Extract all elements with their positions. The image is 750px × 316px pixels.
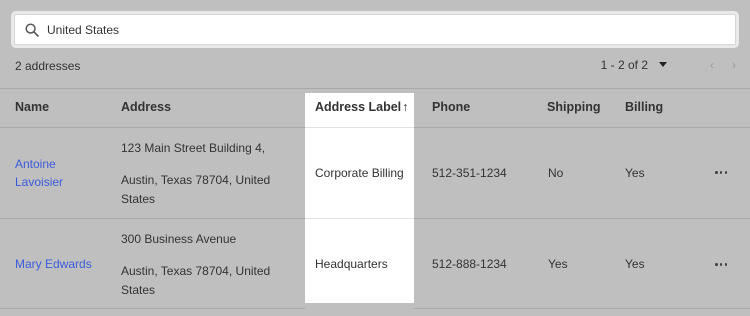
column-header-address-label[interactable]: Address Label↑ [315,100,408,114]
pagination: 1 - 2 of 2 ‹ › [601,58,736,72]
address-line: States [121,283,156,297]
row-divider [0,127,305,128]
address-label: Corporate Billing [315,166,404,180]
next-page-button[interactable]: › [732,58,736,72]
contact-name-line: Antoine [15,157,56,171]
billing-value: Yes [625,257,645,271]
page-range: 1 - 2 of 2 [600,58,648,72]
billing-value: Yes [625,166,645,180]
header-divider [0,88,750,89]
column-header-address[interactable]: Address [121,100,171,114]
prev-page-button[interactable]: ‹ [710,58,714,72]
result-count: 2 addresses [15,59,81,73]
search-value: United States [47,22,120,37]
more-actions-icon[interactable] [715,171,727,174]
row-divider [414,127,750,128]
row-divider [414,218,750,219]
row-divider [414,308,750,309]
address-line: Austin, Texas 78704, United [121,264,271,278]
address-line: 300 Business Avenue [121,232,237,246]
shipping-value: Yes [548,257,568,271]
column-header-billing[interactable]: Billing [625,100,663,114]
sorted-column-divider [305,127,414,128]
address-line: States [121,192,156,206]
sorted-column-divider [305,218,414,219]
contact-name-link[interactable]: Antoine Lavoisier [15,155,63,191]
contact-name-link[interactable]: Mary Edwards [15,255,92,273]
sort-ascending-icon: ↑ [402,100,409,114]
column-header-shipping[interactable]: Shipping [547,100,600,114]
row-divider [0,218,305,219]
address-line: Austin, Texas 78704, United [121,173,271,187]
column-header-phone[interactable]: Phone [432,100,470,114]
contact-name-line: Lavoisier [15,175,64,189]
search-icon [25,22,39,37]
shipping-value: No [548,166,564,180]
search-input[interactable]: United States [14,14,736,45]
phone-number: 512-888-1234 [432,257,507,271]
more-actions-icon[interactable] [715,263,727,266]
address-label: Headquarters [315,257,388,271]
address-line: 123 Main Street Building 4, [121,141,266,155]
phone-number: 512-351-1234 [432,166,507,180]
column-header-address-label-text: Address Label [315,100,402,114]
row-divider [0,308,305,309]
column-header-name[interactable]: Name [15,100,49,114]
contact-name-line: Mary Edwards [15,257,92,271]
page-dropdown-icon[interactable] [658,62,668,68]
